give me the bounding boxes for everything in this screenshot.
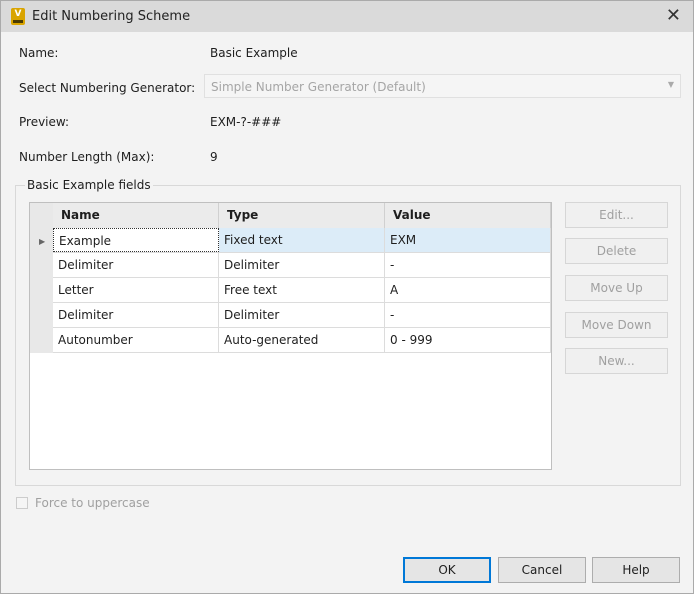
cell-type[interactable]: Auto-generated [219, 328, 385, 352]
cell-value[interactable]: EXM [385, 228, 551, 252]
fields-group-label: Basic Example fields [25, 178, 153, 192]
preview-value: EXM-?-### [210, 115, 282, 129]
help-button[interactable]: Help [592, 557, 680, 583]
window-title: Edit Numbering Scheme [32, 9, 191, 24]
cell-name[interactable]: Delimiter [53, 253, 219, 277]
column-header-value[interactable]: Value [385, 203, 551, 228]
name-value: Basic Example [210, 46, 298, 60]
cell-name[interactable]: Delimiter [53, 303, 219, 327]
length-label: Number Length (Max): [19, 150, 155, 164]
table-row[interactable]: Autonumber Auto-generated 0 - 999 [53, 328, 551, 353]
move-up-button[interactable]: Move Up [565, 275, 668, 301]
cell-value[interactable]: - [385, 303, 551, 327]
table-row[interactable]: Delimiter Delimiter - [53, 303, 551, 328]
force-uppercase-checkbox[interactable] [16, 497, 28, 509]
preview-label: Preview: [19, 115, 70, 129]
table-row[interactable]: Letter Free text A [53, 278, 551, 303]
cell-type[interactable]: Delimiter [219, 303, 385, 327]
cell-value[interactable]: 0 - 999 [385, 328, 551, 352]
force-uppercase-label[interactable]: Force to uppercase [35, 496, 150, 510]
generator-label: Select Numbering Generator: [19, 81, 196, 95]
fields-grid: ▶ Name Type Value Example Fixed text EXM D… [29, 202, 552, 470]
cell-type[interactable]: Fixed text [219, 228, 385, 252]
cell-name[interactable]: Example [53, 228, 219, 252]
title-bar: V Edit Numbering Scheme ✕ [1, 1, 693, 32]
dialog-window: V Edit Numbering Scheme ✕ Name: Basic Ex… [0, 0, 694, 594]
cell-type[interactable]: Free text [219, 278, 385, 302]
generator-value: Simple Number Generator (Default) [211, 80, 426, 94]
delete-button[interactable]: Delete [565, 238, 668, 264]
cell-type[interactable]: Delimiter [219, 253, 385, 277]
cell-name[interactable]: Autonumber [53, 328, 219, 352]
chevron-down-icon: ▼ [667, 80, 674, 89]
table-row[interactable]: Delimiter Delimiter - [53, 253, 551, 278]
cell-value[interactable]: - [385, 253, 551, 277]
edit-button[interactable]: Edit... [565, 202, 668, 228]
cell-name[interactable]: Letter [53, 278, 219, 302]
close-icon[interactable]: ✕ [666, 5, 681, 26]
cancel-button[interactable]: Cancel [498, 557, 586, 583]
table-row[interactable]: Example Fixed text EXM [53, 228, 551, 253]
generator-select[interactable]: Simple Number Generator (Default) ▼ [204, 74, 681, 98]
new-button[interactable]: New... [565, 348, 668, 374]
grid-header: Name Type Value [53, 203, 551, 228]
cell-value[interactable]: A [385, 278, 551, 302]
move-down-button[interactable]: Move Down [565, 312, 668, 338]
column-header-type[interactable]: Type [219, 203, 385, 228]
length-value: 9 [210, 150, 218, 164]
current-row-arrow-icon: ▶ [39, 237, 46, 246]
name-label: Name: [19, 46, 59, 60]
row-header-column: ▶ [30, 203, 53, 353]
app-logo-icon: V [11, 8, 25, 25]
column-header-name[interactable]: Name [53, 203, 219, 228]
ok-button[interactable]: OK [403, 557, 491, 583]
